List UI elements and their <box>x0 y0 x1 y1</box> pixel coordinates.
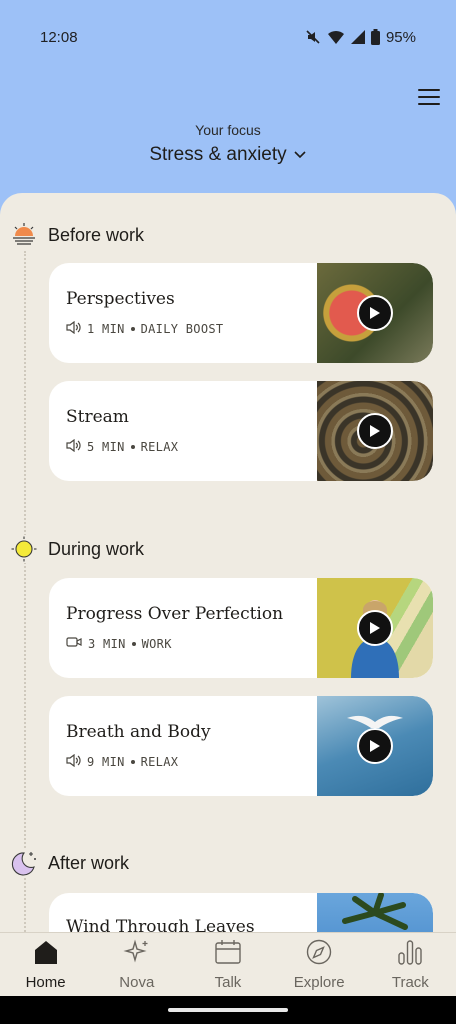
content-card-stream[interactable]: Stream 5 MIN RELAX <box>49 381 433 481</box>
nav-label: Track <box>391 973 429 991</box>
card-thumbnail <box>317 263 433 363</box>
status-icons: 95% <box>305 29 416 46</box>
bar-chart-icon <box>396 939 424 970</box>
wifi-icon <box>327 29 345 45</box>
section-during-work: During work <box>10 535 144 563</box>
nav-label: Nova <box>119 973 155 991</box>
nav-track[interactable]: Track <box>370 939 450 991</box>
battery-percent: 95% <box>385 28 416 46</box>
menu-icon-line <box>418 89 440 91</box>
compass-icon <box>305 939 333 970</box>
card-title: Perspectives <box>66 289 175 309</box>
section-before-work: Before work <box>10 221 144 249</box>
nav-label: Talk <box>214 973 242 991</box>
card-duration: 1 MIN <box>87 322 125 336</box>
sparkle-icon <box>123 938 151 970</box>
section-title: Before work <box>48 224 145 245</box>
battery-icon <box>370 29 380 45</box>
nav-home[interactable]: Home <box>6 939 86 991</box>
speaker-icon <box>66 438 81 455</box>
video-icon <box>66 636 82 651</box>
play-button[interactable] <box>357 728 393 764</box>
play-button[interactable] <box>357 295 393 331</box>
card-meta: 1 MIN DAILY BOOST <box>66 320 224 337</box>
play-icon <box>370 307 380 319</box>
meta-separator <box>130 445 135 449</box>
mute-icon <box>305 29 321 45</box>
play-button[interactable] <box>357 413 393 449</box>
card-duration: 9 MIN <box>87 755 125 769</box>
status-time: 12:08 <box>40 28 78 46</box>
card-category: RELAX <box>140 755 179 769</box>
section-title: After work <box>48 852 130 873</box>
system-gesture-area <box>0 996 456 1024</box>
card-meta: 5 MIN RELAX <box>66 438 179 455</box>
focus-selector[interactable]: Stress & anxiety <box>0 144 456 166</box>
content-card-perspectives[interactable]: Perspectives 1 MIN DAILY BOOST <box>49 263 433 363</box>
content-card-progress-over-perfection[interactable]: Progress Over Perfection 3 MIN WORK <box>49 578 433 678</box>
bottom-navigation: Home Nova Talk Explore Track <box>0 932 456 996</box>
card-category: DAILY BOOST <box>140 322 224 336</box>
card-title: Stream <box>66 407 129 427</box>
meta-separator <box>130 327 135 331</box>
card-category: WORK <box>141 636 172 651</box>
meta-separator <box>131 641 136 646</box>
play-icon <box>370 425 380 437</box>
card-meta: 9 MIN RELAX <box>66 753 179 770</box>
timeline-line <box>24 251 26 951</box>
sun-icon <box>10 535 38 563</box>
sunrise-icon <box>10 221 38 249</box>
card-thumbnail <box>317 381 433 481</box>
card-duration: 3 MIN <box>88 636 126 651</box>
card-title: Breath and Body <box>66 722 211 742</box>
card-meta: 3 MIN WORK <box>66 636 172 651</box>
menu-icon-line <box>418 103 440 105</box>
section-title: During work <box>48 538 145 559</box>
home-gesture-pill[interactable] <box>168 1008 288 1012</box>
card-thumbnail <box>317 696 433 796</box>
play-icon <box>370 622 380 634</box>
card-title: Progress Over Perfection <box>66 604 284 624</box>
speaker-icon <box>66 320 81 337</box>
card-thumbnail <box>317 578 433 678</box>
home-icon <box>32 939 60 970</box>
menu-icon-line <box>418 96 440 98</box>
nav-explore[interactable]: Explore <box>279 939 359 991</box>
chevron-down-icon <box>293 144 307 166</box>
nav-label: Home <box>25 973 66 991</box>
signal-icon <box>350 30 365 44</box>
play-button[interactable] <box>357 610 393 646</box>
card-duration: 5 MIN <box>87 440 125 454</box>
menu-button[interactable] <box>414 84 444 110</box>
card-category: RELAX <box>140 440 179 454</box>
focus-value: Stress & anxiety <box>149 144 287 165</box>
meta-separator <box>130 760 135 764</box>
nav-nova[interactable]: Nova <box>97 938 177 991</box>
content-card-breath-and-body[interactable]: Breath and Body 9 MIN RELAX <box>49 696 433 796</box>
calendar-icon <box>214 939 242 970</box>
content-sheet[interactable]: Before work Perspectives 1 MIN DAILY BOO… <box>0 193 456 953</box>
status-bar: 12:08 95% <box>0 0 456 74</box>
nav-talk[interactable]: Talk <box>188 939 268 991</box>
nav-label: Explore <box>293 973 345 991</box>
focus-label: Your focus <box>195 122 261 138</box>
speaker-icon <box>66 753 81 770</box>
play-icon <box>370 740 380 752</box>
section-after-work: After work <box>10 849 129 877</box>
moon-icon <box>10 849 38 877</box>
